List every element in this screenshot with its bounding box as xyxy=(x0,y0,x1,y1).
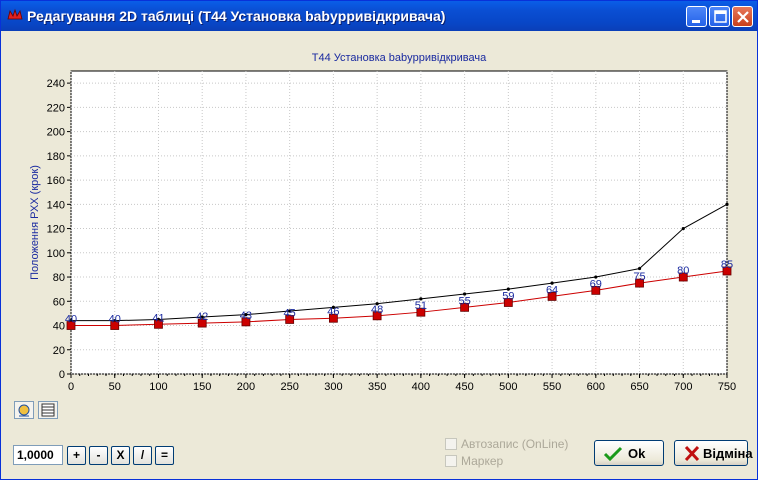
marker-checkbox[interactable] xyxy=(445,455,457,467)
y-tick-label: 80 xyxy=(53,272,65,284)
chart-title: T44 Установка babypривідкривача xyxy=(312,52,487,64)
x-tick-label: 50 xyxy=(109,381,121,393)
y-tick-label: 180 xyxy=(47,151,65,163)
chart-panel: 0 20 40 60 80 100 120 140 160 180 200 220 240 0 50 100 1… xyxy=(6,39,754,409)
x-tick-label: 300 xyxy=(324,381,342,393)
table-view-button[interactable] xyxy=(38,401,58,419)
y-tick-label: 60 xyxy=(53,296,65,308)
y-tick-label: 40 xyxy=(53,321,65,333)
x-tick-label: 0 xyxy=(68,381,74,393)
data-label: 41 xyxy=(152,312,164,324)
cancel-label: Відміна xyxy=(703,446,753,461)
chart-settings-icon xyxy=(18,404,30,417)
data-point xyxy=(725,202,729,206)
y-tick-label: 0 xyxy=(59,369,65,381)
x-tick-label: 350 xyxy=(368,381,386,393)
y-tick-label: 120 xyxy=(47,224,65,236)
x-tick-label: 750 xyxy=(718,381,736,393)
data-label: 59 xyxy=(502,290,514,302)
data-point xyxy=(637,266,642,271)
table-icon xyxy=(41,403,55,417)
autosave-label: Автозапис (OnLine) xyxy=(461,437,569,451)
minimize-icon xyxy=(692,20,700,23)
x-tick-label: 450 xyxy=(455,381,473,393)
maximize-icon xyxy=(714,10,727,23)
data-label: 40 xyxy=(109,314,121,326)
y-tick-label: 160 xyxy=(47,175,65,187)
close-icon xyxy=(737,11,749,23)
data-label: 80 xyxy=(677,265,689,277)
data-label: 55 xyxy=(458,295,470,307)
check-icon xyxy=(603,446,623,462)
data-label: 51 xyxy=(415,300,427,312)
data-label: 43 xyxy=(240,310,252,322)
x-tick-label: 100 xyxy=(149,381,167,393)
x-tick-label: 500 xyxy=(499,381,517,393)
autosave-checkbox[interactable] xyxy=(445,438,457,450)
data-label: 48 xyxy=(371,304,383,316)
data-label: 75 xyxy=(633,271,645,283)
x-tick-label: 150 xyxy=(193,381,211,393)
bottom-toolbar: + - X / = Автозапис (OnLine) Маркер Ok В… xyxy=(6,434,754,478)
editor-window: Редагування 2D таблиці (T44 Установка ba… xyxy=(0,0,758,480)
window-title: Редагування 2D таблиці (T44 Установка ba… xyxy=(27,8,446,24)
close-button[interactable] xyxy=(732,6,753,27)
ok-button[interactable]: Ok xyxy=(594,440,664,466)
data-label: 40 xyxy=(65,314,77,326)
y-tick-label: 20 xyxy=(53,345,65,357)
x-tick-label: 250 xyxy=(280,381,298,393)
y-tick-label: 140 xyxy=(47,199,65,211)
y-tick-label: 220 xyxy=(47,102,65,114)
data-label: 85 xyxy=(721,259,733,271)
multiply-button[interactable]: X xyxy=(111,446,130,465)
y-axis-label: Положення РХХ (крок) xyxy=(29,165,41,280)
add-button[interactable]: + xyxy=(67,446,86,465)
data-label: 64 xyxy=(546,284,558,296)
chart: 0204060801001201401601802002202400 50 100 1… xyxy=(29,52,736,409)
divide-button[interactable]: / xyxy=(133,446,152,465)
cancel-button[interactable]: Відміна xyxy=(674,440,753,466)
x-tick-label: 700 xyxy=(674,381,692,393)
marker-label: Маркер xyxy=(461,454,504,468)
equals-button[interactable]: = xyxy=(155,446,174,465)
maximize-button[interactable] xyxy=(709,6,730,27)
data-label: 69 xyxy=(590,278,602,290)
data-point xyxy=(681,226,685,231)
app-crown-icon xyxy=(7,8,23,20)
ok-label: Ok xyxy=(628,446,646,461)
multiplier-input[interactable] xyxy=(13,445,63,465)
y-tick-label: 100 xyxy=(47,248,65,260)
plot-area xyxy=(70,70,728,375)
data-label: 42 xyxy=(196,311,208,323)
cancel-x-icon xyxy=(684,445,700,462)
x-tick-label: 550 xyxy=(543,381,561,393)
x-tick-label: 400 xyxy=(412,381,430,393)
x-tick-label: 650 xyxy=(630,381,648,393)
y-tick-label: 240 xyxy=(47,78,65,90)
data-label: 45 xyxy=(284,307,296,319)
minimize-button[interactable] xyxy=(686,6,707,27)
x-tick-label: 200 xyxy=(237,381,255,393)
x-tick-label: 600 xyxy=(587,381,605,393)
chart-settings-button[interactable] xyxy=(14,401,34,419)
subtract-button[interactable]: - xyxy=(89,446,108,465)
data-label: 46 xyxy=(327,306,339,318)
title-bar[interactable]: Редагування 2D таблиці (T44 Установка ba… xyxy=(1,1,757,31)
y-tick-label: 200 xyxy=(47,127,65,139)
